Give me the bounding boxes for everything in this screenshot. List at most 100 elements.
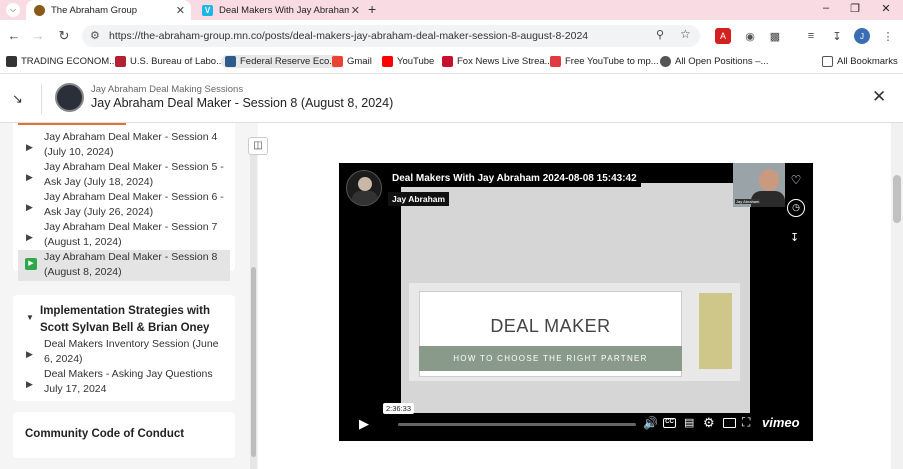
converter-icon	[550, 56, 561, 67]
back-icon[interactable]: ←	[6, 28, 22, 43]
folder-icon	[822, 56, 833, 67]
reading-list-icon[interactable]: ≡	[803, 28, 819, 44]
bookmark-trading-economics[interactable]: TRADING ECONOM...	[6, 56, 117, 67]
webcam-label: Jay Abraham	[735, 199, 761, 204]
tab-strip: ⌵ The Abraham Group ✕ V Deal Makers With…	[0, 0, 903, 20]
bookmark-fox-news[interactable]: Fox News Live Strea...	[442, 56, 553, 67]
play-arrow-icon: ▶	[26, 202, 33, 212]
close-icon[interactable]: ✕	[872, 87, 886, 107]
youtube-icon	[382, 56, 393, 67]
page-scrollbar[interactable]	[891, 123, 903, 469]
close-tab-icon[interactable]: ✕	[351, 4, 360, 17]
webcam-overlay: Jay Abraham	[733, 163, 785, 207]
sidebar-scrollbar[interactable]	[250, 145, 257, 469]
active-play-icon: ▶	[25, 258, 37, 270]
bookmark-youtube-mp3[interactable]: Free YouTube to mp...	[550, 56, 659, 67]
site-info-icon[interactable]: ⚙	[90, 29, 100, 42]
address-bar[interactable]: ⚙ https://the-abraham-group.mn.co/posts/…	[82, 25, 700, 47]
minimize-icon[interactable]: –	[816, 2, 836, 14]
watch-later-clock-icon[interactable]: ◷	[787, 199, 805, 217]
forward-icon[interactable]: →	[30, 28, 46, 43]
abraham-group-favicon-icon	[34, 4, 45, 16]
chevron-down-icon[interactable]: ▼	[26, 313, 34, 322]
picture-in-picture-icon[interactable]	[723, 418, 736, 428]
course-header: ↘ Jay Abraham Deal Making Sessions Jay A…	[0, 76, 903, 123]
bookmark-bls[interactable]: U.S. Bureau of Labo...	[115, 56, 224, 67]
slide-heading: DEAL MAKER	[490, 316, 611, 336]
lesson-item[interactable]: ▶ Jay Abraham Deal Maker - Session 4 (Ju…	[18, 130, 230, 160]
breadcrumb[interactable]: Jay Abraham Deal Making Sessions	[91, 84, 243, 95]
maximize-icon[interactable]: ❐	[845, 2, 865, 15]
download-icon[interactable]: ↧	[829, 28, 845, 44]
play-button[interactable]: ▶	[353, 414, 375, 434]
play-arrow-icon: ▶	[26, 142, 33, 152]
chrome-menu-icon[interactable]: ⋮	[880, 28, 896, 44]
bookmarks-bar: TRADING ECONOM... U.S. Bureau of Labo...…	[0, 52, 903, 74]
slide-accent-block	[697, 291, 734, 371]
captions-icon[interactable]: CC	[663, 418, 676, 428]
video-frame: DEAL MAKER HOW TO CHOOSE THE RIGHT PARTN…	[401, 183, 750, 413]
pin-icon	[660, 56, 671, 67]
url-text: https://the-abraham-group.mn.co/posts/de…	[109, 30, 589, 42]
play-arrow-icon: ▶	[26, 349, 33, 359]
presenter-avatar	[346, 170, 382, 206]
new-tab-icon[interactable]: +	[368, 1, 376, 17]
timestamp-tooltip: 2:36:33	[383, 403, 415, 414]
section-title[interactable]: Community Code of Conduct	[25, 428, 184, 440]
tab-deal-makers[interactable]: V Deal Makers With Jay Abraham ✕	[194, 0, 366, 20]
share-icon[interactable]: ↧	[790, 231, 799, 244]
tab-title: The Abraham Group	[51, 4, 138, 16]
adobe-extension-icon[interactable]: A	[715, 28, 731, 44]
fullscreen-icon[interactable]: ⛶	[742, 415, 750, 430]
vimeo-favicon-icon: V	[202, 4, 213, 16]
tab-title: Deal Makers With Jay Abraham	[219, 4, 349, 16]
gmail-icon	[332, 56, 343, 67]
lesson-item[interactable]: ▶ Jay Abraham Deal Maker - Session 7 (Au…	[18, 220, 230, 250]
section-title[interactable]: Implementation Strategies with Scott Syl…	[40, 303, 220, 337]
lesson-item[interactable]: ▶ Jay Abraham Deal Maker - Session 5 - A…	[18, 160, 230, 190]
extension-icon[interactable]: ◉	[742, 28, 758, 44]
lesson-item[interactable]: ▶ Jay Abraham Deal Maker - Session 6 - A…	[18, 190, 230, 220]
sidebar-scroll-thumb[interactable]	[251, 267, 256, 457]
video-author[interactable]: Jay Abraham	[388, 192, 450, 206]
tab-abraham-group[interactable]: The Abraham Group ✕	[26, 0, 191, 20]
bookmark-gmail[interactable]: Gmail	[332, 56, 372, 67]
progress-underline	[18, 123, 126, 125]
all-bookmarks-folder[interactable]: All Bookmarks	[822, 56, 898, 67]
lesson-item[interactable]: ▶ Deal Makers Inventory Session (June 6,…	[18, 337, 230, 367]
trading-economics-icon	[6, 56, 17, 67]
slide-subheading: HOW TO CHOOSE THE RIGHT PARTNER	[419, 346, 682, 371]
progress-track[interactable]	[398, 423, 636, 426]
page-scroll-thumb[interactable]	[893, 175, 901, 223]
lesson-item[interactable]: ▶ Deal Makers - Asking Jay Questions Jul…	[18, 367, 230, 397]
play-arrow-icon: ▶	[26, 172, 33, 182]
reload-icon[interactable]: ↻	[56, 28, 72, 44]
transcript-icon[interactable]: ▤	[684, 416, 694, 429]
collapse-icon[interactable]: ↘	[12, 91, 23, 107]
star-flag-icon	[115, 56, 126, 67]
course-sidebar: ▶ Jay Abraham Deal Maker - Session 4 (Ju…	[0, 123, 258, 469]
lesson-item-active[interactable]: ▶ Jay Abraham Deal Maker - Session 8 (Au…	[18, 250, 230, 281]
chart-icon	[225, 56, 236, 67]
close-window-icon[interactable]: ✕	[876, 2, 896, 15]
settings-gear-icon[interactable]: ⚙	[703, 415, 715, 431]
bookmark-star-icon[interactable]: ☆	[680, 27, 691, 41]
profile-avatar-icon[interactable]: J	[854, 28, 870, 44]
page-title: Jay Abraham Deal Maker - Session 8 (Augu…	[91, 96, 394, 110]
play-arrow-icon: ▶	[26, 232, 33, 242]
bookmark-youtube[interactable]: YouTube	[382, 56, 434, 67]
tab-search-icon[interactable]: ⌵	[6, 3, 20, 17]
toggle-sidebar-icon[interactable]: ◫	[248, 137, 268, 155]
like-heart-icon[interactable]: ♡	[786, 170, 806, 190]
vimeo-logo[interactable]: vimeo	[762, 415, 800, 430]
password-key-icon[interactable]: ⚲	[656, 28, 664, 41]
fox-news-icon	[442, 56, 453, 67]
play-arrow-icon: ▶	[26, 379, 33, 389]
video-title[interactable]: Deal Makers With Jay Abraham 2024-08-08 …	[388, 170, 641, 187]
extensions-puzzle-icon[interactable]: ▩	[767, 28, 783, 44]
close-tab-icon[interactable]: ✕	[176, 4, 185, 17]
header-divider	[41, 84, 42, 114]
bookmark-open-positions[interactable]: All Open Positions –...	[660, 56, 768, 67]
bookmark-federal-reserve[interactable]: Federal Reserve Eco...	[221, 55, 344, 68]
volume-icon[interactable]: 🔊	[643, 416, 658, 430]
